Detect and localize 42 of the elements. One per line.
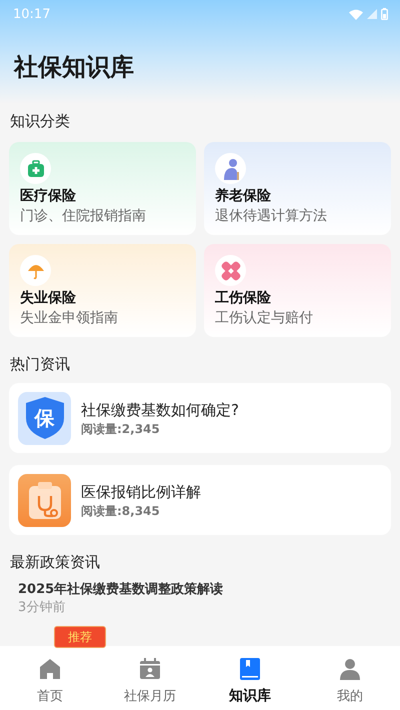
- bandage-icon: [220, 260, 240, 280]
- status-time: 10:17: [13, 6, 50, 22]
- category-name: 工伤保险: [215, 289, 271, 308]
- section-title: 最新政策资讯: [9, 552, 101, 573]
- category-name: 医疗保险: [20, 187, 76, 206]
- tab[interactable]: 知识库: [200, 646, 300, 710]
- tab[interactable]: 我的: [300, 646, 400, 710]
- page-title: 社保知识库: [12, 52, 135, 83]
- medical-kit-icon: [26, 160, 44, 178]
- book-icon: [240, 658, 260, 680]
- category-description: 工伤认定与赔付: [215, 309, 313, 328]
- read-count: 阅读量:8,345: [81, 502, 161, 520]
- category-card[interactable]: 工伤保险 工伤认定与赔付: [204, 244, 391, 337]
- shield-text: 保: [34, 404, 54, 432]
- home-icon: [39, 658, 61, 680]
- article-card[interactable]: 保 社保缴费基数如何确定? 阅读量:2,345: [9, 383, 391, 453]
- tab[interactable]: 首页: [0, 646, 100, 710]
- news-time: 3分钟前: [18, 599, 66, 617]
- tab[interactable]: 社保月历: [100, 646, 200, 710]
- clipboard-stethoscope-icon: [26, 480, 62, 520]
- news-title[interactable]: 2025年社保缴费基数调整政策解读: [18, 581, 224, 599]
- category-card[interactable]: 医疗保险 门诊、住院报销指南: [9, 142, 196, 235]
- category-card[interactable]: 养老保险 退休待遇计算方法: [204, 142, 391, 235]
- read-count: 阅读量:2,345: [81, 420, 161, 438]
- section-title: 知识分类: [9, 111, 71, 132]
- article-title: 医保报销比例详解: [81, 482, 201, 502]
- category-description: 失业金申领指南: [20, 309, 118, 328]
- wifi-icon: [349, 8, 363, 20]
- category-description: 退休待遇计算方法: [215, 207, 327, 226]
- category-description: 门诊、住院报销指南: [20, 207, 146, 226]
- category-name: 失业保险: [20, 289, 76, 308]
- category-name: 养老保险: [215, 187, 271, 206]
- battery-icon: [381, 8, 388, 20]
- section-title: 热门资讯: [9, 354, 71, 375]
- person-icon: [339, 658, 361, 680]
- recommend-badge: 推荐: [54, 626, 106, 648]
- calendar-icon: [139, 658, 161, 680]
- signal-icon: [367, 9, 377, 19]
- article-card[interactable]: 医保报销比例详解 阅读量:8,345: [9, 465, 391, 535]
- article-title: 社保缴费基数如何确定?: [81, 400, 239, 420]
- shield-icon: [24, 396, 64, 440]
- category-card[interactable]: 失业保险 失业金申领指南: [9, 244, 196, 337]
